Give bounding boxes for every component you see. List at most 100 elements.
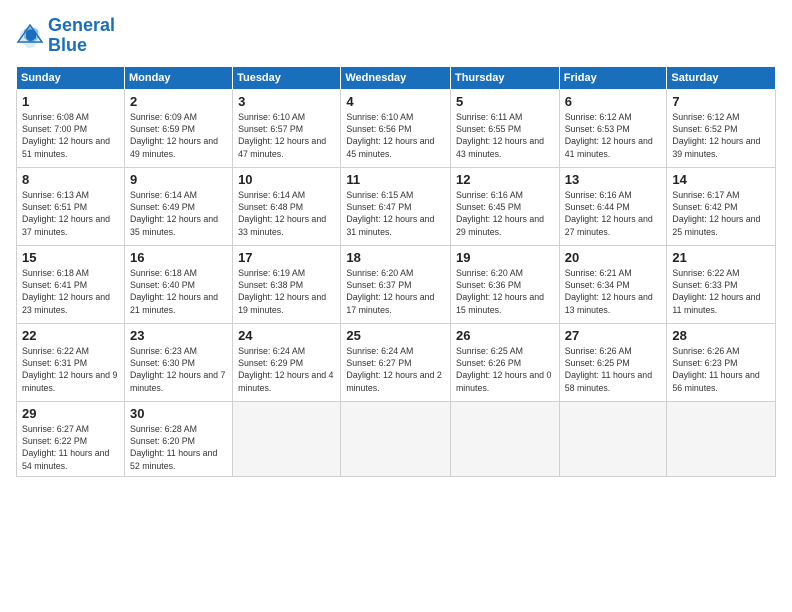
calendar-cell: 8 Sunrise: 6:13 AM Sunset: 6:51 PM Dayli… (17, 167, 125, 245)
calendar-week-row: 15 Sunrise: 6:18 AM Sunset: 6:41 PM Dayl… (17, 245, 776, 323)
calendar-cell: 21 Sunrise: 6:22 AM Sunset: 6:33 PM Dayl… (667, 245, 776, 323)
day-info: Sunrise: 6:28 AM Sunset: 6:20 PM Dayligh… (130, 423, 227, 472)
logo-text: General Blue (48, 16, 115, 56)
col-tuesday: Tuesday (233, 66, 341, 89)
calendar-cell: 23 Sunrise: 6:23 AM Sunset: 6:30 PM Dayl… (124, 323, 232, 401)
calendar-header-row: Sunday Monday Tuesday Wednesday Thursday… (17, 66, 776, 89)
calendar-cell: 7 Sunrise: 6:12 AM Sunset: 6:52 PM Dayli… (667, 89, 776, 167)
calendar-cell: 11 Sunrise: 6:15 AM Sunset: 6:47 PM Dayl… (341, 167, 451, 245)
day-number: 4 (346, 94, 445, 109)
day-number: 12 (456, 172, 554, 187)
day-number: 20 (565, 250, 662, 265)
day-info: Sunrise: 6:24 AM Sunset: 6:27 PM Dayligh… (346, 345, 445, 394)
day-info: Sunrise: 6:18 AM Sunset: 6:41 PM Dayligh… (22, 267, 119, 316)
day-number: 21 (672, 250, 770, 265)
day-info: Sunrise: 6:25 AM Sunset: 6:26 PM Dayligh… (456, 345, 554, 394)
day-info: Sunrise: 6:22 AM Sunset: 6:33 PM Dayligh… (672, 267, 770, 316)
col-friday: Friday (559, 66, 667, 89)
day-info: Sunrise: 6:17 AM Sunset: 6:42 PM Dayligh… (672, 189, 770, 238)
day-number: 24 (238, 328, 335, 343)
calendar-cell: 5 Sunrise: 6:11 AM Sunset: 6:55 PM Dayli… (450, 89, 559, 167)
day-info: Sunrise: 6:10 AM Sunset: 6:57 PM Dayligh… (238, 111, 335, 160)
day-info: Sunrise: 6:19 AM Sunset: 6:38 PM Dayligh… (238, 267, 335, 316)
logo: General Blue (16, 16, 115, 56)
day-info: Sunrise: 6:12 AM Sunset: 6:53 PM Dayligh… (565, 111, 662, 160)
calendar-cell: 13 Sunrise: 6:16 AM Sunset: 6:44 PM Dayl… (559, 167, 667, 245)
day-number: 11 (346, 172, 445, 187)
col-wednesday: Wednesday (341, 66, 451, 89)
calendar-cell: 29 Sunrise: 6:27 AM Sunset: 6:22 PM Dayl… (17, 401, 125, 476)
day-number: 27 (565, 328, 662, 343)
day-number: 6 (565, 94, 662, 109)
day-info: Sunrise: 6:24 AM Sunset: 6:29 PM Dayligh… (238, 345, 335, 394)
day-info: Sunrise: 6:22 AM Sunset: 6:31 PM Dayligh… (22, 345, 119, 394)
day-number: 7 (672, 94, 770, 109)
day-number: 3 (238, 94, 335, 109)
day-number: 28 (672, 328, 770, 343)
day-number: 8 (22, 172, 119, 187)
day-info: Sunrise: 6:10 AM Sunset: 6:56 PM Dayligh… (346, 111, 445, 160)
day-number: 10 (238, 172, 335, 187)
day-info: Sunrise: 6:26 AM Sunset: 6:25 PM Dayligh… (565, 345, 662, 394)
calendar-cell: 19 Sunrise: 6:20 AM Sunset: 6:36 PM Dayl… (450, 245, 559, 323)
calendar-cell (450, 401, 559, 476)
day-info: Sunrise: 6:26 AM Sunset: 6:23 PM Dayligh… (672, 345, 770, 394)
calendar-cell: 14 Sunrise: 6:17 AM Sunset: 6:42 PM Dayl… (667, 167, 776, 245)
calendar-cell: 4 Sunrise: 6:10 AM Sunset: 6:56 PM Dayli… (341, 89, 451, 167)
calendar-cell: 25 Sunrise: 6:24 AM Sunset: 6:27 PM Dayl… (341, 323, 451, 401)
day-info: Sunrise: 6:11 AM Sunset: 6:55 PM Dayligh… (456, 111, 554, 160)
calendar-cell: 12 Sunrise: 6:16 AM Sunset: 6:45 PM Dayl… (450, 167, 559, 245)
calendar-cell: 16 Sunrise: 6:18 AM Sunset: 6:40 PM Dayl… (124, 245, 232, 323)
day-number: 1 (22, 94, 119, 109)
calendar-cell: 15 Sunrise: 6:18 AM Sunset: 6:41 PM Dayl… (17, 245, 125, 323)
calendar-cell: 24 Sunrise: 6:24 AM Sunset: 6:29 PM Dayl… (233, 323, 341, 401)
day-info: Sunrise: 6:15 AM Sunset: 6:47 PM Dayligh… (346, 189, 445, 238)
calendar-cell (233, 401, 341, 476)
col-sunday: Sunday (17, 66, 125, 89)
col-monday: Monday (124, 66, 232, 89)
day-number: 30 (130, 406, 227, 421)
day-number: 17 (238, 250, 335, 265)
calendar-cell: 20 Sunrise: 6:21 AM Sunset: 6:34 PM Dayl… (559, 245, 667, 323)
day-number: 29 (22, 406, 119, 421)
day-number: 18 (346, 250, 445, 265)
day-info: Sunrise: 6:16 AM Sunset: 6:45 PM Dayligh… (456, 189, 554, 238)
day-info: Sunrise: 6:18 AM Sunset: 6:40 PM Dayligh… (130, 267, 227, 316)
day-number: 26 (456, 328, 554, 343)
day-info: Sunrise: 6:21 AM Sunset: 6:34 PM Dayligh… (565, 267, 662, 316)
calendar-cell: 6 Sunrise: 6:12 AM Sunset: 6:53 PM Dayli… (559, 89, 667, 167)
day-info: Sunrise: 6:09 AM Sunset: 6:59 PM Dayligh… (130, 111, 227, 160)
day-number: 13 (565, 172, 662, 187)
col-thursday: Thursday (450, 66, 559, 89)
header: General Blue (16, 16, 776, 56)
day-info: Sunrise: 6:14 AM Sunset: 6:48 PM Dayligh… (238, 189, 335, 238)
day-number: 16 (130, 250, 227, 265)
col-saturday: Saturday (667, 66, 776, 89)
calendar-cell: 17 Sunrise: 6:19 AM Sunset: 6:38 PM Dayl… (233, 245, 341, 323)
day-number: 9 (130, 172, 227, 187)
day-number: 23 (130, 328, 227, 343)
calendar-cell: 2 Sunrise: 6:09 AM Sunset: 6:59 PM Dayli… (124, 89, 232, 167)
calendar-cell: 9 Sunrise: 6:14 AM Sunset: 6:49 PM Dayli… (124, 167, 232, 245)
day-number: 15 (22, 250, 119, 265)
day-number: 25 (346, 328, 445, 343)
calendar: Sunday Monday Tuesday Wednesday Thursday… (16, 66, 776, 477)
calendar-cell (559, 401, 667, 476)
calendar-cell: 26 Sunrise: 6:25 AM Sunset: 6:26 PM Dayl… (450, 323, 559, 401)
calendar-cell: 27 Sunrise: 6:26 AM Sunset: 6:25 PM Dayl… (559, 323, 667, 401)
calendar-week-row: 1 Sunrise: 6:08 AM Sunset: 7:00 PM Dayli… (17, 89, 776, 167)
calendar-cell (667, 401, 776, 476)
calendar-cell: 1 Sunrise: 6:08 AM Sunset: 7:00 PM Dayli… (17, 89, 125, 167)
day-info: Sunrise: 6:12 AM Sunset: 6:52 PM Dayligh… (672, 111, 770, 160)
day-number: 5 (456, 94, 554, 109)
day-info: Sunrise: 6:14 AM Sunset: 6:49 PM Dayligh… (130, 189, 227, 238)
day-info: Sunrise: 6:23 AM Sunset: 6:30 PM Dayligh… (130, 345, 227, 394)
day-number: 14 (672, 172, 770, 187)
calendar-cell: 30 Sunrise: 6:28 AM Sunset: 6:20 PM Dayl… (124, 401, 232, 476)
day-number: 22 (22, 328, 119, 343)
calendar-cell: 10 Sunrise: 6:14 AM Sunset: 6:48 PM Dayl… (233, 167, 341, 245)
calendar-week-row: 22 Sunrise: 6:22 AM Sunset: 6:31 PM Dayl… (17, 323, 776, 401)
day-number: 2 (130, 94, 227, 109)
day-info: Sunrise: 6:20 AM Sunset: 6:37 PM Dayligh… (346, 267, 445, 316)
day-info: Sunrise: 6:13 AM Sunset: 6:51 PM Dayligh… (22, 189, 119, 238)
